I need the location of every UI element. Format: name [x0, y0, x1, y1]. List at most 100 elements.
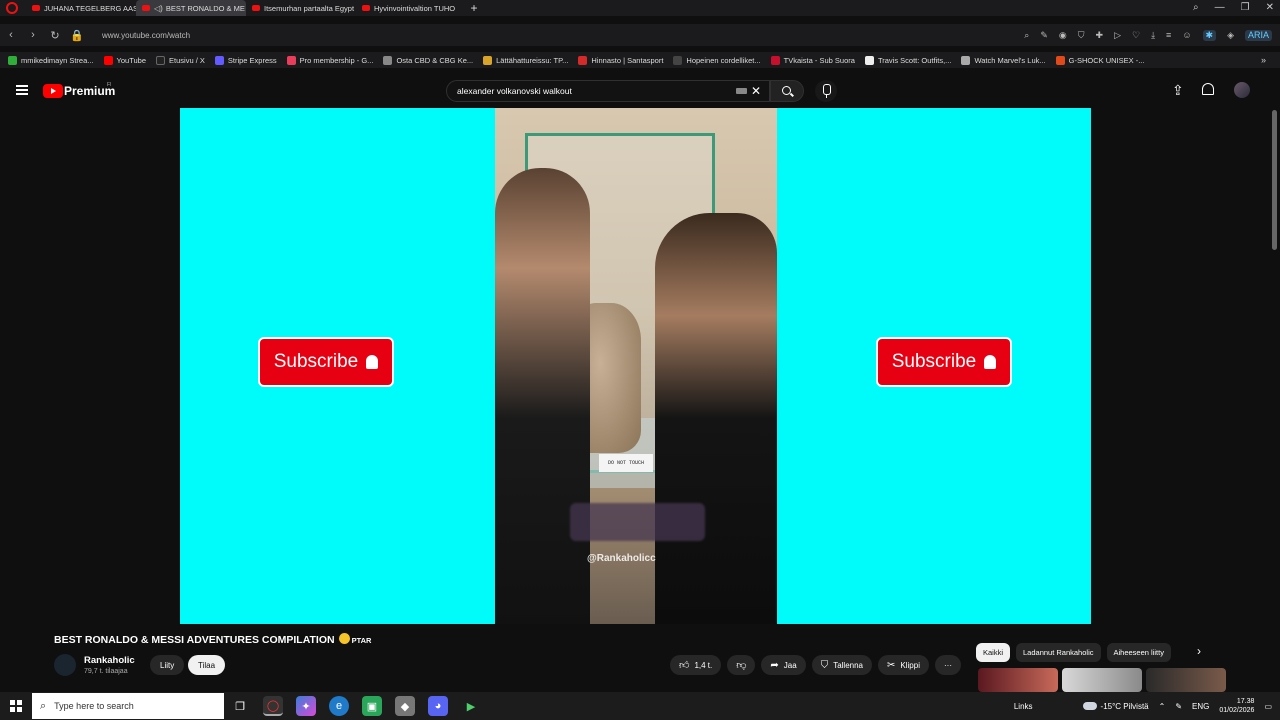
bookmark-label: Stripe Express: [227, 55, 277, 65]
taskbar-apps: ❐ ◯ ✦ e ▣ ◆ ◕ ▶: [230, 696, 481, 716]
tab-2[interactable]: ◁) BEST RONALDO & ME: [136, 0, 246, 16]
more-actions-button[interactable]: ···: [934, 655, 961, 675]
edit-icon[interactable]: ✎: [1040, 30, 1048, 41]
discord-app-icon[interactable]: ◕: [428, 696, 448, 716]
close-icon[interactable]: ✕: [1266, 0, 1274, 16]
weather-text: -15°C Pilvistä: [1100, 701, 1149, 711]
url-field[interactable]: www.youtube.com/watch: [102, 31, 1024, 40]
thumbs-down-icon: 👎︎: [736, 660, 747, 671]
bookmark-item[interactable]: YouTube: [103, 55, 146, 65]
heart-icon[interactable]: ♡: [1132, 30, 1140, 41]
search-input[interactable]: alexander volkanovski walkout: [457, 86, 572, 96]
bookmark-favicon-icon: [156, 55, 166, 65]
bookmark-item[interactable]: G-SHOCK UNISEX -...: [1055, 55, 1144, 65]
chevron-up-icon[interactable]: ⌃: [1159, 702, 1166, 711]
related-video-thumbnail[interactable]: [1062, 668, 1142, 692]
clock[interactable]: 17.38 01/02/2026: [1219, 697, 1254, 715]
taskbar-search-input[interactable]: Type here to search: [54, 701, 134, 711]
bookmark-item[interactable]: mmikedimayn Strea...: [8, 55, 94, 65]
camera-icon[interactable]: ◉: [1059, 30, 1067, 41]
extension-icon[interactable]: ✚: [1096, 30, 1104, 41]
copilot-app-icon[interactable]: ✦: [296, 696, 316, 716]
back-icon[interactable]: ‹: [0, 29, 22, 41]
bookmark-label: Lättähattureissu: TP...: [496, 55, 569, 65]
aria-button[interactable]: ARIA: [1244, 29, 1272, 41]
tab-1[interactable]: JUHANA TEGELBERG AASI: [26, 0, 136, 16]
language-indicator[interactable]: ENG: [1192, 702, 1209, 711]
menu-icon[interactable]: ≡: [1166, 30, 1171, 41]
taskbar-search[interactable]: ⌕ Type here to search: [32, 693, 224, 719]
address-bar: ‹ › ↻ 🔒 www.youtube.com/watch ⌕ ✎ ◉ ⛉ ✚ …: [0, 24, 1280, 46]
green-app-icon[interactable]: ▣: [362, 696, 382, 716]
like-button[interactable]: 👍︎ 1,4 t.: [670, 655, 722, 675]
bookmark-item[interactable]: TVkaista - Sub Suora: [770, 55, 855, 65]
minimize-icon[interactable]: —: [1215, 0, 1225, 16]
bookmark-item[interactable]: Hinnasto | Santasport: [578, 55, 663, 65]
video-title-suffix: PTAR: [351, 636, 372, 645]
zoom-icon[interactable]: ⌕: [1024, 30, 1029, 41]
edge-app-icon[interactable]: e: [329, 696, 349, 716]
search-button[interactable]: [770, 80, 804, 102]
chevron-right-icon[interactable]: ›: [1197, 644, 1201, 658]
new-tab-button[interactable]: +: [466, 1, 482, 15]
channel-avatar[interactable]: [54, 654, 76, 676]
notifications-bell-icon[interactable]: [1202, 83, 1214, 95]
bookmark-item[interactable]: Lättähattureissu: TP...: [483, 55, 569, 65]
tab-3[interactable]: Itsemurhan partaalta Egypt: [246, 0, 356, 16]
channel-name[interactable]: Rankaholic: [84, 655, 135, 666]
dislike-button[interactable]: 👎︎: [727, 655, 756, 675]
video-player[interactable]: Subscribe DO NOT TOUCH @Rankaholicc Subs…: [180, 108, 1091, 624]
pen-icon[interactable]: ✎: [1175, 702, 1182, 711]
reload-icon[interactable]: ↻: [44, 29, 66, 42]
play-icon[interactable]: ▷: [1114, 30, 1121, 41]
bookmark-item[interactable]: Pro membership - G...: [286, 55, 373, 65]
search-box[interactable]: alexander volkanovski walkout ✕: [446, 80, 770, 102]
related-video-thumbnail[interactable]: [1146, 668, 1226, 692]
opera-logo-icon[interactable]: [6, 2, 18, 14]
download-icon[interactable]: ⤓: [1151, 30, 1155, 41]
speaker-icon[interactable]: ◁): [154, 4, 163, 13]
bookmark-item[interactable]: Travis Scott: Outfits,...: [864, 55, 951, 65]
bookmark-item[interactable]: Hopeinen cordelliket...: [673, 55, 761, 65]
join-button[interactable]: Liity: [150, 655, 185, 675]
subscribe-button[interactable]: Tilaa: [188, 655, 226, 675]
bookmark-item[interactable]: Etusivu / X: [156, 55, 205, 65]
bookmarks-more-button[interactable]: »: [1261, 52, 1266, 68]
bookmark-item[interactable]: Watch Marvel's Luk...: [961, 55, 1046, 65]
clip-button[interactable]: ✂ Klippi: [878, 655, 929, 675]
translate-icon[interactable]: ✱: [1202, 29, 1217, 41]
chip-all[interactable]: Kaikki: [976, 643, 1011, 662]
search-tabs-icon[interactable]: ⌕: [1193, 0, 1199, 16]
hamburger-menu-icon[interactable]: [16, 85, 28, 95]
bookmark-item[interactable]: Stripe Express: [214, 55, 277, 65]
chip-uploaded-by[interactable]: Ladannut Rankaholic: [1016, 643, 1101, 662]
green-play-app-icon[interactable]: ▶: [461, 696, 481, 716]
restore-icon[interactable]: ❐: [1241, 0, 1250, 16]
share-button[interactable]: ➦ Jaa: [761, 655, 806, 675]
avatar[interactable]: [1234, 82, 1250, 98]
bookmark-item[interactable]: Osta CBD & CBG Ke...: [383, 55, 473, 65]
profile-icon[interactable]: ☺: [1182, 30, 1191, 41]
links-toolbar[interactable]: Links: [1014, 702, 1033, 711]
chip-related[interactable]: Aiheeseen liitty: [1106, 643, 1171, 662]
gray-app-icon[interactable]: ◆: [395, 696, 415, 716]
clear-search-icon[interactable]: ✕: [751, 84, 761, 98]
notifications-icon[interactable]: ▭: [1264, 702, 1272, 711]
upload-icon[interactable]: ⇪: [1172, 82, 1184, 99]
task-view-icon[interactable]: ❐: [230, 696, 250, 716]
youtube-logo-icon[interactable]: [43, 84, 63, 98]
save-button[interactable]: ⛉ Tallenna: [811, 655, 873, 675]
shield-icon[interactable]: ⛉: [1078, 30, 1085, 41]
keyboard-icon[interactable]: [736, 88, 747, 94]
cube-icon[interactable]: ◈: [1227, 30, 1234, 41]
windows-start-icon[interactable]: [10, 700, 22, 712]
weather-widget[interactable]: -15°C Pilvistä: [1082, 701, 1149, 711]
opera-app-icon[interactable]: ◯: [263, 696, 283, 716]
tab-4[interactable]: Hyvinvointivaltion TUHO: [356, 0, 466, 16]
youtube-favicon-icon: [142, 5, 150, 11]
page-scrollbar[interactable]: [1272, 110, 1277, 250]
cloud-icon: [1082, 702, 1097, 711]
forward-icon[interactable]: ›: [22, 29, 44, 41]
related-video-thumbnail[interactable]: [978, 668, 1058, 692]
voice-search-mic-icon[interactable]: [815, 80, 837, 102]
